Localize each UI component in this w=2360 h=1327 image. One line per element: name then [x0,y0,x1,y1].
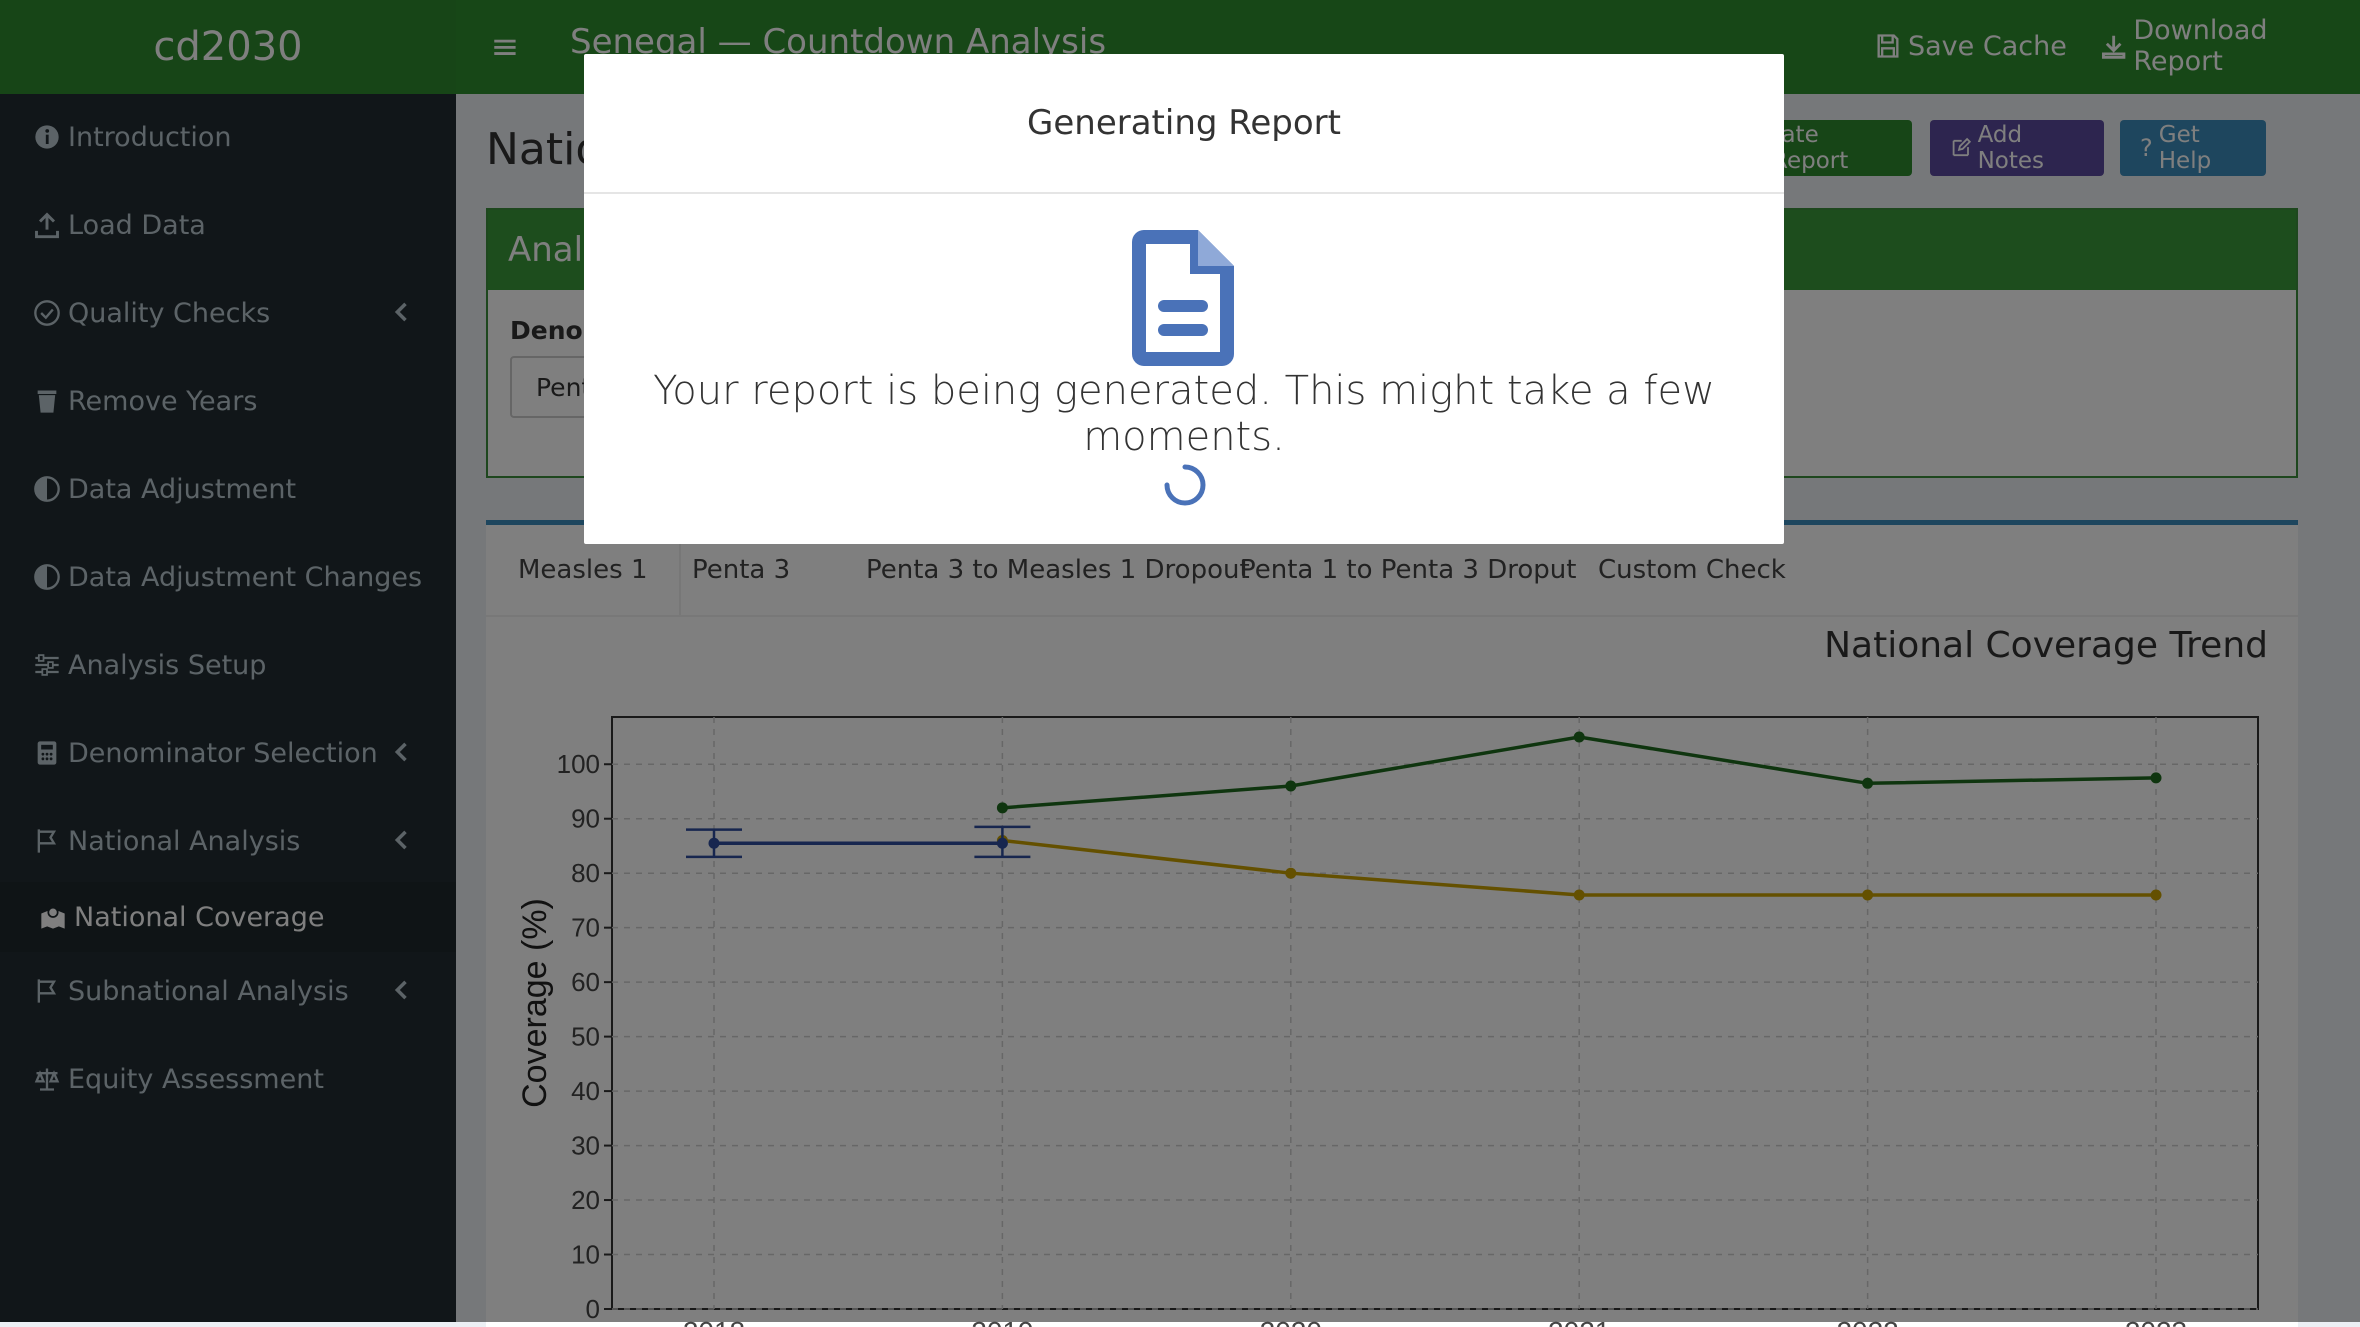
loading-spinner-icon [1164,464,1206,506]
app-root: cd2030 ≡ Senegal — Countdown Analysis Sa… [0,0,2360,1327]
file-alt-icon [1132,230,1234,366]
modal-title: Generating Report [584,54,1784,194]
modal-message: Your report is being generated. This mig… [653,368,1715,460]
generating-report-modal: Generating Report Your report is being g… [584,54,1784,544]
